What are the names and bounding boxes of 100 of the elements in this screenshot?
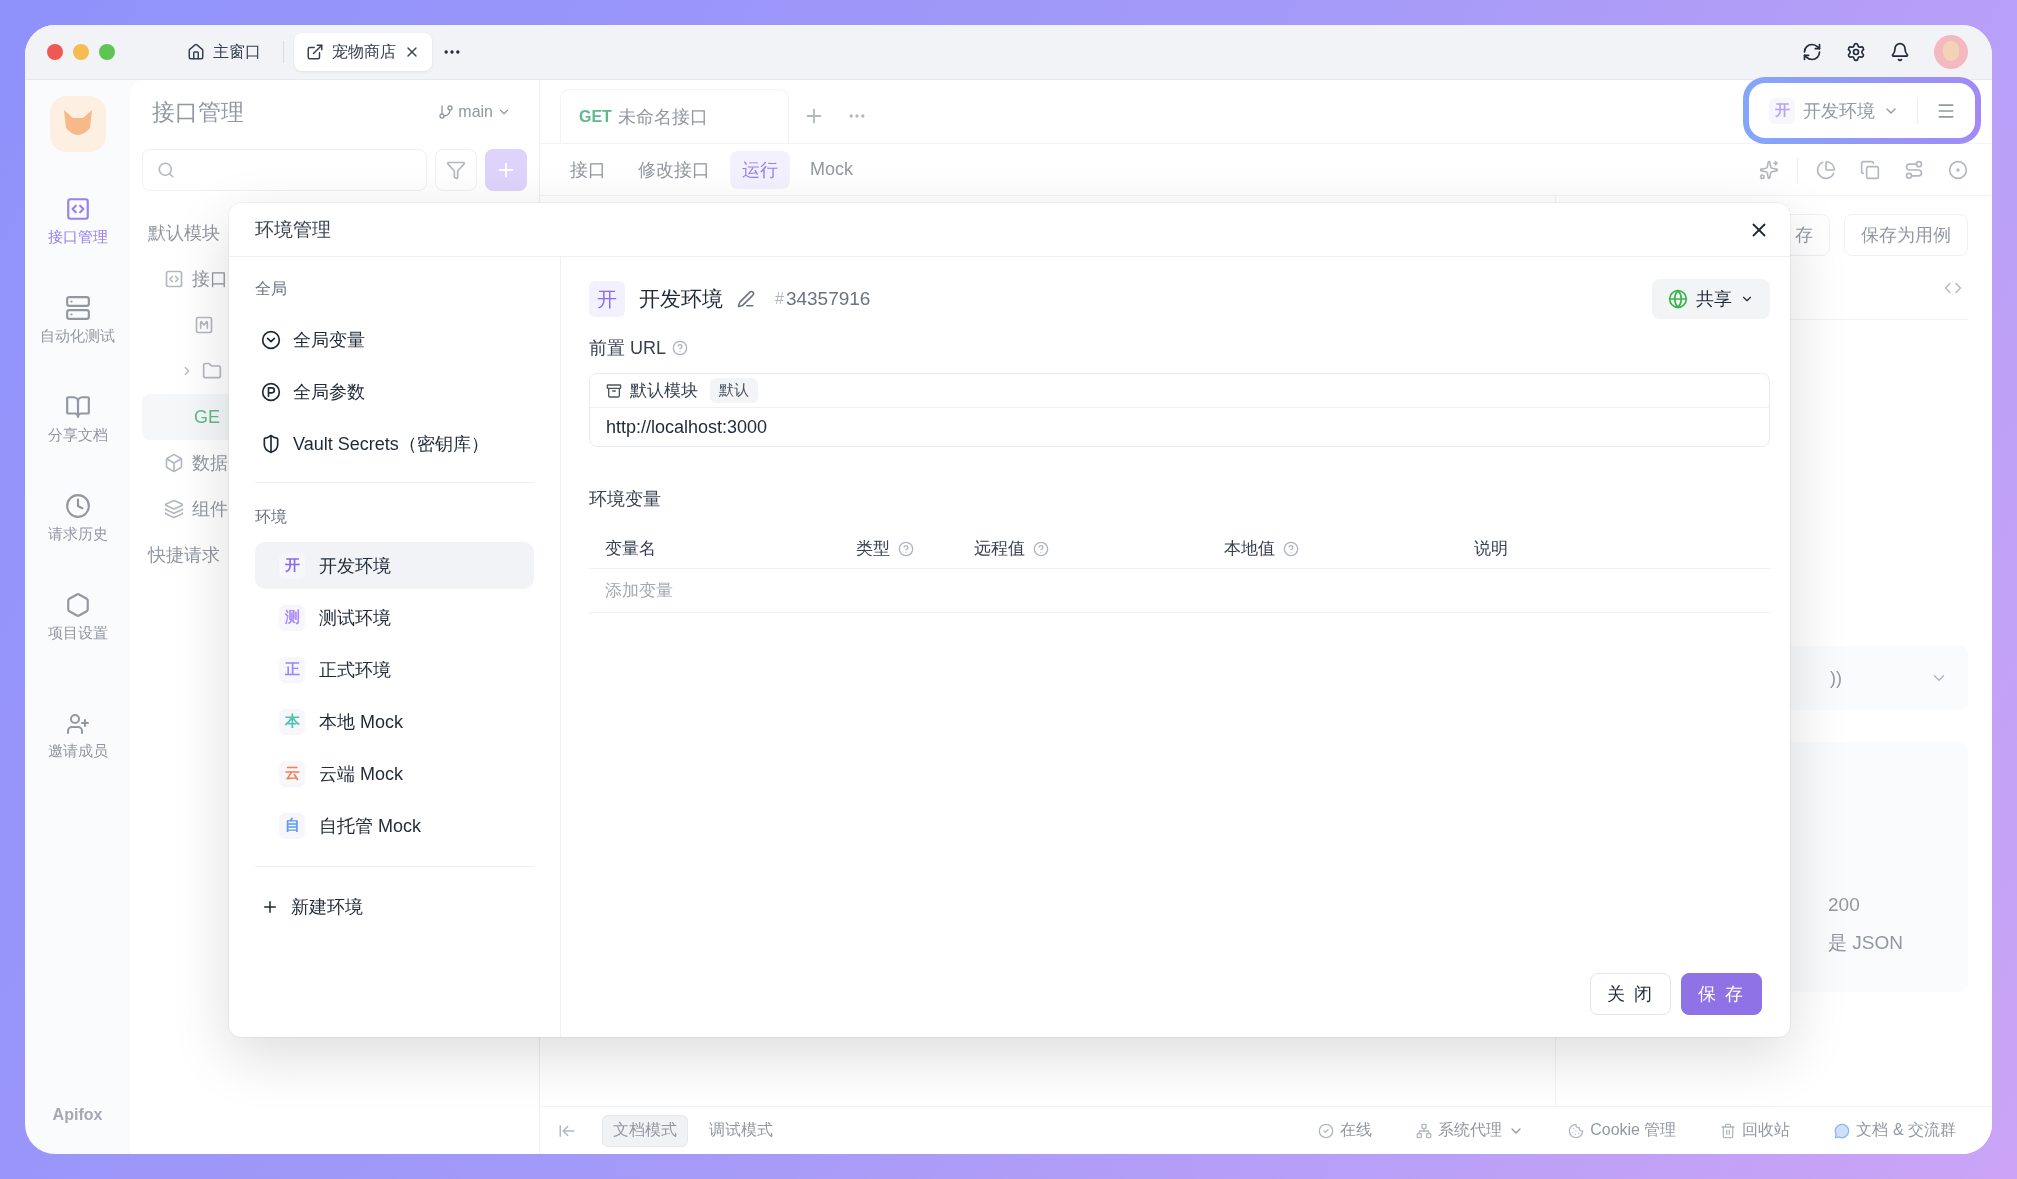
dialog-title: 环境管理 — [255, 217, 331, 242]
code-square-icon — [164, 269, 184, 289]
branch-selector[interactable]: main — [432, 102, 517, 122]
share-dropdown[interactable]: 共享 — [1652, 279, 1770, 319]
circle-dot-icon[interactable] — [1948, 159, 1968, 180]
status-item[interactable]: 系统代理 — [1410, 1119, 1531, 1142]
column-header: 变量名 — [605, 538, 656, 560]
check-circle-icon — [1318, 1122, 1335, 1139]
sub-tab[interactable]: 接口 — [558, 150, 618, 189]
save-button[interactable]: 保 存 — [1681, 973, 1762, 1015]
window-tab[interactable]: 宠物商店 — [294, 33, 432, 71]
trash-icon — [1720, 1122, 1737, 1139]
response-text: 200 — [1828, 894, 1860, 916]
tree-item-label[interactable]: GE — [194, 406, 220, 428]
user-plus-icon — [65, 712, 90, 736]
folder-icon — [202, 361, 222, 381]
toolbar-button[interactable]: 保存为用例 — [1844, 214, 1968, 256]
filter-icon — [446, 160, 466, 180]
url-value: http://localhost:3000 — [605, 415, 769, 439]
bell-icon[interactable] — [1890, 42, 1910, 62]
chat-bubble-icon — [1834, 1122, 1851, 1139]
mode-tab[interactable]: 调试模式 — [698, 1114, 784, 1147]
nav-item[interactable]: 请求历史 — [29, 469, 126, 568]
sub-tab[interactable]: 运行 — [730, 150, 790, 189]
pie-chart-icon[interactable] — [1816, 159, 1836, 180]
plus-icon — [261, 898, 279, 916]
environment-badge: 开 — [279, 552, 305, 579]
tree-item-label[interactable]: 默认模块 — [148, 221, 220, 245]
add-button[interactable] — [485, 149, 527, 191]
tree-item-label[interactable]: 数据 — [192, 451, 228, 475]
globe-icon — [1668, 289, 1688, 309]
status-item[interactable]: 回收站 — [1714, 1119, 1797, 1142]
sub-tab[interactable]: 修改接口 — [626, 150, 722, 189]
circle-p-icon — [261, 382, 281, 402]
request-tab[interactable]: GET 未命名接口 — [560, 89, 789, 143]
shield-icon — [261, 434, 281, 454]
module-name: 默认模块 — [630, 380, 698, 402]
column-header: 本地值 — [1224, 538, 1275, 560]
hash-mark: # — [775, 290, 784, 308]
route-icon[interactable] — [1904, 159, 1924, 180]
status-item[interactable]: 在线 — [1312, 1119, 1379, 1142]
method-label: GET — [579, 107, 612, 126]
refresh-icon[interactable] — [1802, 42, 1822, 62]
close-button[interactable] — [47, 44, 63, 60]
window-tab[interactable]: 主窗口 — [175, 33, 273, 71]
environment-item[interactable]: 本 本地 Mock — [255, 698, 534, 745]
url-field[interactable]: 默认模块 默认 http://localhost:3000 — [589, 373, 1770, 447]
user-avatar[interactable] — [1934, 35, 1968, 69]
archive-icon — [606, 382, 622, 399]
environment-item[interactable]: 自 自托管 Mock — [255, 802, 534, 849]
nav-item[interactable]: 接口管理 — [29, 172, 126, 271]
section-heading: 环境变量 — [589, 488, 662, 511]
sparkle-icon[interactable] — [1759, 159, 1779, 180]
environment-item[interactable]: 开 开发环境 — [255, 542, 534, 589]
nav-item[interactable]: 项目设置 — [29, 568, 126, 667]
tree-item-label[interactable]: 快捷请求 — [148, 543, 220, 567]
close-dialog-button[interactable]: 关 闭 — [1589, 973, 1671, 1015]
code-square-icon — [64, 196, 91, 222]
environment-badge: 开 — [589, 281, 625, 317]
column-header: 远程值 — [974, 538, 1025, 560]
help-icon — [672, 340, 688, 356]
environment-item[interactable]: 正 正式环境 — [255, 646, 534, 693]
settings-icon[interactable] — [1846, 42, 1866, 62]
sub-tab[interactable]: Mock — [798, 150, 865, 189]
home-icon — [187, 43, 205, 61]
menu-item[interactable]: 全局参数 — [255, 366, 534, 418]
default-tag: 默认 — [710, 378, 758, 403]
new-environment-button[interactable]: 新建环境 — [255, 881, 534, 933]
status-item[interactable]: 文档 & 交流群 — [1828, 1119, 1962, 1142]
section-heading: 全局 — [255, 279, 288, 299]
sidebar-title: 接口管理 — [152, 97, 244, 127]
fox-logo-icon — [49, 96, 106, 152]
menu-item[interactable]: Vault Secrets（密钥库） — [255, 418, 534, 470]
environment-badge: 自 — [279, 812, 305, 839]
mode-tab[interactable]: 文档模式 — [602, 1114, 688, 1147]
cube-icon — [164, 453, 184, 473]
filter-button[interactable] — [435, 149, 477, 191]
environment-selector[interactable]: 开 开发环境 — [1749, 83, 1975, 138]
minimize-button[interactable] — [73, 44, 89, 60]
environment-item[interactable]: 云 云端 Mock — [255, 750, 534, 797]
m-square-icon — [194, 315, 214, 335]
tree-item-label[interactable]: 组件 — [192, 497, 228, 521]
environment-badge: 云 — [279, 760, 305, 787]
server-icon — [64, 295, 91, 321]
column-header: 说明 — [1474, 538, 1508, 560]
external-link-icon — [306, 43, 324, 61]
menu-item[interactable]: 全局变量 — [255, 314, 534, 366]
pencil-icon[interactable] — [737, 290, 755, 308]
nav-item[interactable]: 自动化测试 — [29, 271, 126, 370]
environment-badge: 开 — [1769, 97, 1795, 124]
nav-item[interactable]: 分享文档 — [29, 370, 126, 469]
branch-icon — [438, 104, 455, 120]
invite-button[interactable]: 邀请成员 — [29, 687, 126, 786]
environment-item[interactable]: 测 测试环境 — [255, 594, 534, 641]
zoom-button[interactable] — [99, 44, 115, 60]
search-field[interactable] — [142, 149, 427, 191]
status-item[interactable]: Cookie 管理 — [1562, 1119, 1683, 1142]
hexagon-icon — [64, 592, 91, 618]
tree-item-label[interactable]: 接口 — [192, 267, 228, 291]
copy-icon[interactable] — [1860, 159, 1880, 180]
